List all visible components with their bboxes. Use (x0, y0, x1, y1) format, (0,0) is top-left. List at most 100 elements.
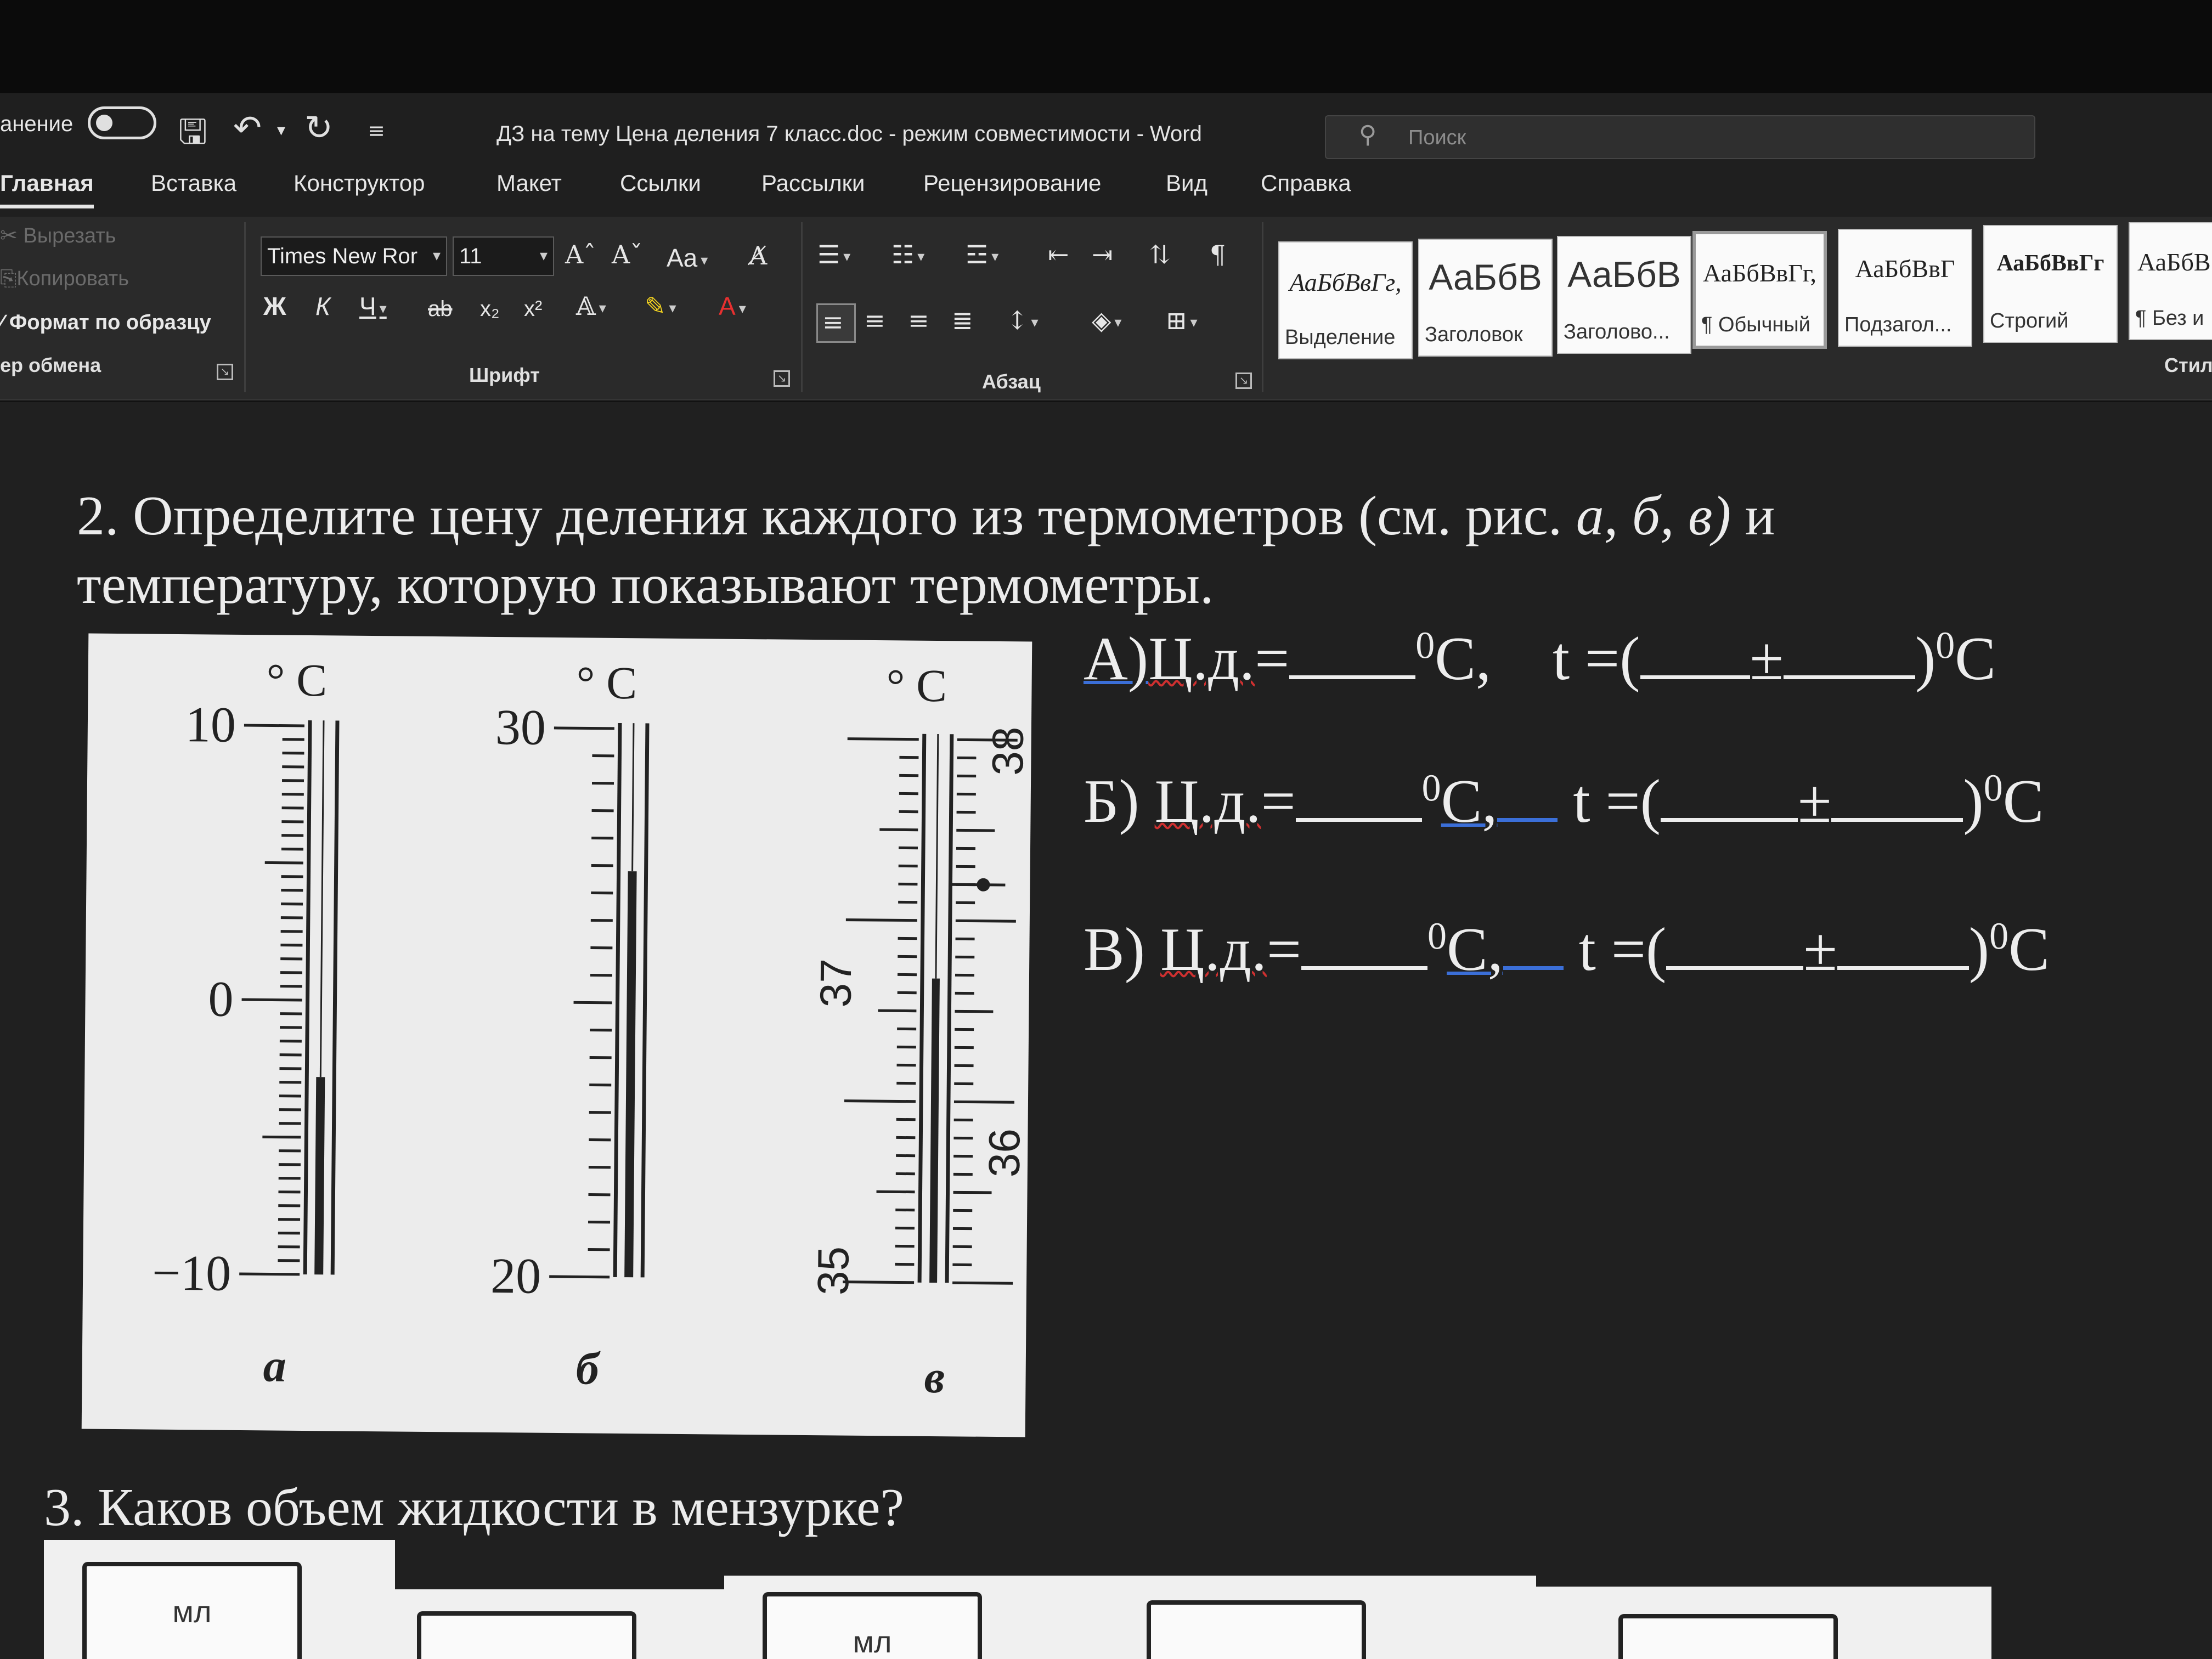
tube-left (303, 720, 312, 1275)
change-case-button[interactable]: Aa ▾ (667, 245, 708, 270)
align-right-icon[interactable]: ≡ (908, 308, 929, 333)
subscript-button[interactable]: x₂ (480, 298, 500, 320)
tab-design[interactable]: Конструктор (294, 170, 425, 196)
tab-help[interactable]: Справка (1261, 170, 1351, 196)
sort-icon[interactable]: ⇅ (1149, 242, 1171, 267)
paren: ) (1963, 768, 1984, 836)
blank-value[interactable] (1666, 964, 1804, 970)
font-color-icon[interactable]: A ▾ (719, 294, 746, 319)
shading-icon[interactable]: ◈ ▾ (1092, 308, 1121, 333)
beaker-panel: мл (724, 1576, 1536, 1659)
blank-division[interactable] (1301, 964, 1428, 970)
tab-view[interactable]: Вид (1166, 170, 1207, 196)
strikethrough-button[interactable]: ab (428, 298, 453, 320)
align-left-button[interactable]: ≡ (816, 303, 856, 343)
save-icon[interactable]: 🖫 (178, 108, 207, 165)
pilcrow-icon[interactable]: ¶ (1210, 242, 1226, 267)
tube-left (917, 733, 927, 1283)
cut-button[interactable]: ✂ Вырезать (0, 223, 116, 248)
style-strong[interactable]: АаБбВвГг Строгий (1983, 225, 2118, 343)
blank-error[interactable] (1831, 816, 1963, 822)
multilevel-list-icon[interactable]: ☲ ▾ (966, 242, 998, 267)
italic-button[interactable]: К (315, 294, 330, 319)
bullets-icon[interactable]: ☰ ▾ (817, 242, 850, 267)
tab-layout[interactable]: Макет (496, 170, 562, 196)
beaker-panel (395, 1589, 724, 1659)
blank-division[interactable] (1289, 674, 1416, 679)
style-name: Заголовок (1425, 323, 1523, 346)
blank-value[interactable] (1660, 816, 1798, 822)
clear-format-icon[interactable]: A̸ (749, 243, 767, 268)
blank-error[interactable] (1837, 964, 1969, 970)
style-emphasis[interactable]: АаБбВвГг, Выделение (1278, 241, 1413, 359)
undo-dropdown-icon[interactable]: ▾ (277, 121, 285, 140)
blank-error[interactable] (1783, 674, 1915, 679)
search-box[interactable]: ⚲ (1325, 115, 2035, 159)
autosave-label: анение (0, 112, 74, 136)
line-spacing-icon[interactable]: ↕ ▾ (1007, 308, 1039, 333)
decrease-indent-icon[interactable]: ⇤ (1048, 242, 1069, 267)
bold-button[interactable]: Ж (263, 294, 286, 319)
scale-tick (244, 724, 304, 727)
tab-mailings[interactable]: Рассылки (761, 170, 865, 196)
undo-icon[interactable]: ↶ (233, 108, 262, 148)
justify-icon[interactable]: ≣ (952, 308, 973, 333)
grow-font-button[interactable]: Aˆ (565, 242, 596, 267)
shrink-font-button[interactable]: Aˇ (612, 242, 642, 267)
style-subtitle[interactable]: АаБбВвГ Подзагол... (1838, 229, 1972, 347)
answer-line-c[interactable]: В) Ц.д.= 0С, t =(±)0С (1084, 915, 2050, 985)
chevron-down-icon: ▾ (701, 251, 708, 268)
style-heading[interactable]: АаБбВ Заголовок (1418, 239, 1553, 357)
font-name-combo[interactable]: Times New Ror ▾ (261, 236, 447, 276)
increase-indent-icon[interactable]: ⇥ (1092, 242, 1113, 267)
paragraph-launcher-icon[interactable]: ↘ (1235, 373, 1252, 389)
superscript-button[interactable]: x² (524, 298, 542, 320)
font-group-label: Шрифт (469, 364, 540, 386)
beaker-panel: мл (44, 1540, 395, 1659)
font-launcher-icon[interactable]: ↘ (774, 370, 790, 387)
tab-review[interactable]: Рецензирование (923, 170, 1101, 196)
autosave-toggle[interactable] (88, 106, 156, 139)
mercury-column (929, 978, 940, 1283)
style-heading-2[interactable]: АаБбВ Заголово... (1557, 236, 1691, 354)
mercury-column (624, 871, 637, 1278)
scale-tick (844, 1099, 916, 1103)
scale-tick (264, 861, 303, 865)
customize-toolbar-icon[interactable]: ≡ (368, 119, 385, 143)
scale-tick (955, 1009, 994, 1013)
ribbon: ✂ Вырезать ⎘Копировать ⁄ Формат по образ… (0, 217, 2212, 400)
blank-value[interactable] (1640, 674, 1750, 679)
borders-icon[interactable]: ⊞ ▾ (1166, 308, 1198, 333)
tab-home[interactable]: Главная (0, 170, 94, 208)
numbering-icon[interactable]: ☷ ▾ (891, 242, 924, 267)
clipboard-launcher-icon[interactable]: ↘ (217, 364, 233, 380)
text-effects-icon[interactable]: 𝔸 ▾ (576, 294, 606, 319)
font-size-value: 11 (459, 244, 482, 268)
highlight-icon[interactable]: ✎ ▾ (645, 294, 676, 319)
mercury-column (314, 1077, 325, 1275)
scale-label: 35 (809, 1246, 858, 1296)
thermometer-svg: ° C 10 0 −10 а ° C 30 20 б ° C 38 37 36 35 в (152, 654, 1032, 1403)
search-input[interactable] (1408, 123, 1902, 153)
paragraph-group-label: Абзац (982, 370, 1041, 393)
figure-caption: в (924, 1352, 945, 1403)
style-no-spacing[interactable]: АаБбВ ¶ Без и (2129, 222, 2212, 340)
font-size-combo[interactable]: 11 ▾ (453, 236, 554, 276)
scale-label: −10 (152, 1245, 232, 1301)
equals: = (1255, 625, 1290, 693)
thermometer-figure: ° C 10 0 −10 а ° C 30 20 б ° C 38 37 36 35 в (81, 633, 1032, 1437)
tab-insert[interactable]: Вставка (151, 170, 236, 196)
blank-division[interactable] (1295, 816, 1422, 822)
answer-line-b[interactable]: Б) Ц.д.= 0С, t =(±)0С (1084, 766, 2044, 837)
redo-icon[interactable]: ↻ (304, 108, 333, 148)
align-center-icon[interactable]: ≡ (864, 308, 885, 333)
document-area[interactable]: 2. Определите цену деления каждого из те… (0, 402, 2212, 1659)
style-sample: АаБбВвГг, (1289, 268, 1402, 296)
underline-button[interactable]: Ч ▾ (359, 294, 387, 319)
blank-spacer (1497, 816, 1558, 822)
style-normal[interactable]: АаБбВвГг, ¶ Обычный (1692, 231, 1827, 349)
format-painter-button[interactable]: ⁄ Формат по образцу (0, 311, 211, 335)
copy-button[interactable]: ⎘Копировать (0, 267, 129, 291)
answer-line-a[interactable]: А)Ц.д.= 0С, t =(±)0С (1084, 624, 1996, 695)
tab-references[interactable]: Ссылки (620, 170, 701, 196)
